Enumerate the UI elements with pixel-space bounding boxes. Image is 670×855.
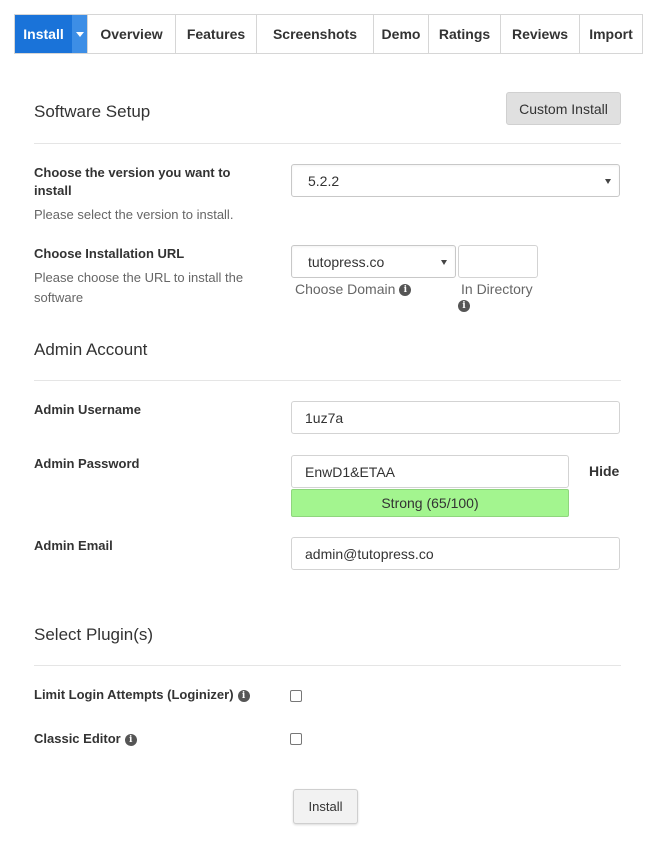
url-help-line2: software [34, 290, 84, 305]
dropdown-arrow-icon [605, 179, 611, 184]
tab-install-dropdown[interactable] [72, 15, 88, 53]
version-label-line1: Choose the version you want to [34, 165, 231, 180]
hide-password-toggle[interactable]: Hide [589, 463, 619, 479]
plugin-loginizer-checkbox[interactable] [290, 690, 302, 702]
tab-import[interactable]: Import [580, 15, 642, 53]
section-divider [34, 380, 621, 381]
tab-screenshots[interactable]: Screenshots [257, 15, 374, 53]
tab-features[interactable]: Features [176, 15, 257, 53]
version-label-line2: install [34, 183, 72, 198]
select-plugins-title: Select Plugin(s) [34, 625, 154, 644]
plugin-loginizer-label: Limit Login Attempts (Loginizer) i [34, 686, 250, 704]
admin-account-title: Admin Account [34, 340, 148, 359]
section-divider [34, 665, 621, 666]
tab-demo[interactable]: Demo [374, 15, 429, 53]
section-divider [34, 143, 621, 144]
install-button[interactable]: Install [293, 789, 358, 824]
admin-username-label: Admin Username [34, 402, 141, 417]
admin-email-input[interactable]: admin@tutopress.co [291, 537, 620, 570]
url-help-line1: Please choose the URL to install the [34, 270, 244, 285]
admin-email-label: Admin Email [34, 538, 113, 553]
in-directory-help: In Directory [461, 281, 533, 297]
version-select-value: 5.2.2 [308, 172, 340, 189]
tab-install[interactable]: Install [15, 15, 72, 53]
info-icon[interactable]: i [458, 300, 470, 312]
plugin-classic-editor-text: Classic Editor [34, 731, 121, 746]
info-icon[interactable]: i [399, 284, 412, 297]
plugin-loginizer-text: Limit Login Attempts (Loginizer) [34, 687, 234, 702]
dropdown-arrow-icon [441, 260, 447, 265]
admin-password-input[interactable]: EnwD1&ETAA [291, 455, 569, 488]
url-label: Choose Installation URL [34, 246, 185, 261]
tab-reviews[interactable]: Reviews [501, 15, 580, 53]
tab-ratings[interactable]: Ratings [429, 15, 501, 53]
custom-install-button[interactable]: Custom Install [506, 92, 621, 125]
choose-domain-help: Choose Domain i [295, 281, 412, 297]
tab-bar: Install Overview Features Screenshots De… [14, 14, 643, 54]
admin-password-label: Admin Password [34, 456, 140, 471]
version-help-text: Please select the version to install. [34, 207, 234, 222]
info-icon[interactable]: i [237, 689, 250, 702]
plugin-classic-editor-checkbox[interactable] [290, 733, 302, 745]
domain-select[interactable]: tutopress.co [291, 245, 456, 278]
password-strength-bar: Strong (65/100) [291, 489, 569, 517]
admin-username-input[interactable]: 1uz7a [291, 401, 620, 434]
info-icon[interactable]: i [124, 733, 137, 746]
domain-select-value: tutopress.co [308, 253, 385, 270]
caret-down-icon [75, 31, 84, 37]
directory-input[interactable] [458, 245, 538, 278]
version-select[interactable]: 5.2.2 [291, 164, 620, 197]
choose-domain-text: Choose Domain [295, 281, 396, 297]
plugin-classic-editor-label: Classic Editor i [34, 730, 137, 748]
tab-overview[interactable]: Overview [88, 15, 176, 53]
software-setup-title: Software Setup [34, 102, 151, 121]
